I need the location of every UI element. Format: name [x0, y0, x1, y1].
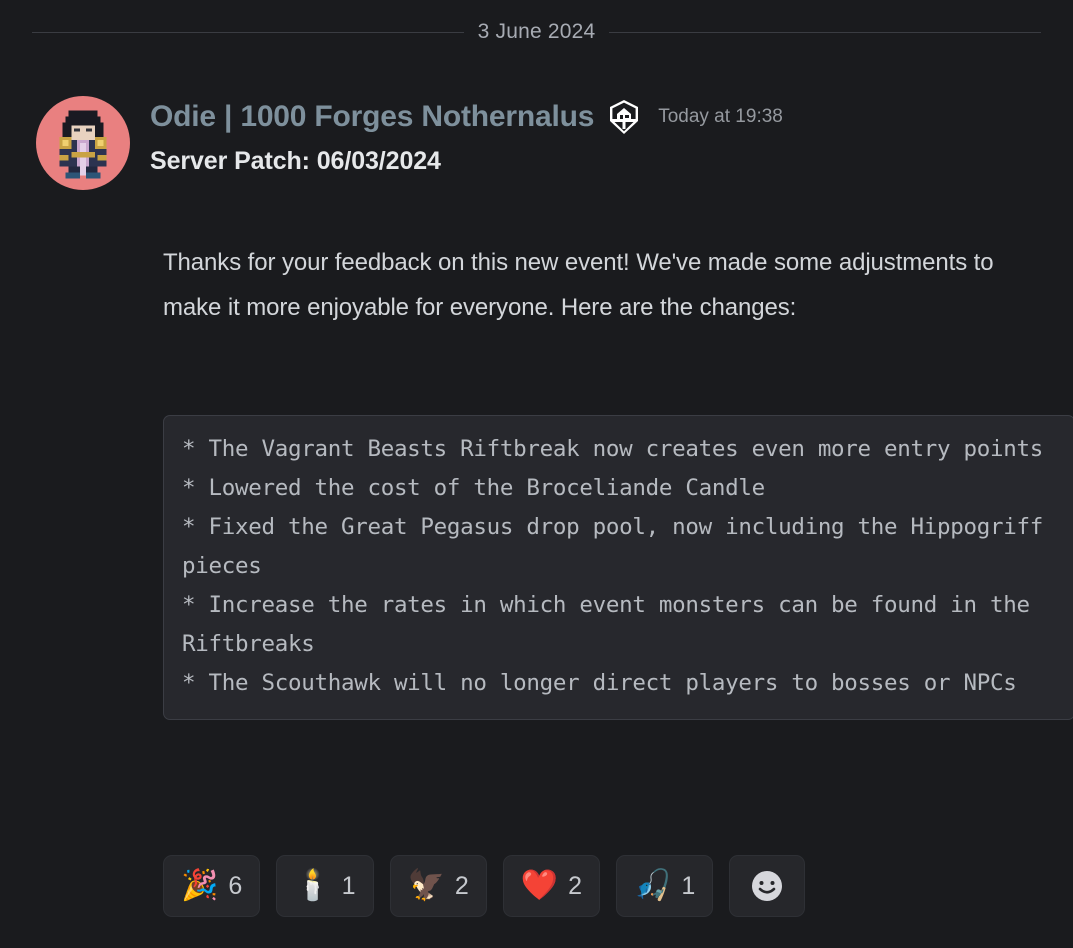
avatar-pixel-art	[59, 110, 107, 179]
avatar[interactable]	[36, 96, 130, 190]
reaction-red-heart[interactable]: ❤️ 2	[502, 855, 601, 917]
reaction-fishing-pole[interactable]: 🎣 1	[616, 855, 714, 917]
reaction-count: 1	[341, 871, 356, 900]
fishing-pole-emoji: 🎣	[634, 869, 672, 902]
message-timestamp: Today at 19:38	[658, 105, 783, 127]
message-row: Odie | 1000 Forges Nothernalus Today at …	[36, 96, 1055, 190]
add-reaction-smiley-icon	[752, 871, 783, 901]
patch-notes-codeblock: * The Vagrant Beasts Riftbreak now creat…	[163, 415, 1073, 720]
eagle-emoji: 🦅	[407, 869, 445, 902]
forge-shield-badge-icon[interactable]	[606, 98, 642, 136]
divider-rule-right	[609, 31, 1041, 33]
reaction-eagle[interactable]: 🦅 2	[389, 855, 487, 917]
reaction-count: 2	[568, 871, 583, 900]
party-popper-emoji: 🎉	[181, 869, 219, 902]
reaction-count: 1	[681, 871, 696, 900]
add-reaction-button[interactable]	[729, 855, 806, 917]
message-paragraph: Thanks for your feedback on this new eve…	[163, 249, 994, 321]
username[interactable]: Odie | 1000 Forges Nothernalus	[150, 102, 594, 132]
message-body: Odie | 1000 Forges Nothernalus Today at …	[150, 96, 1055, 176]
reaction-bar: 🎉 6 🕯️ 1 🦅 2 ❤️ 2 🎣 1	[163, 855, 806, 917]
reaction-candle[interactable]: 🕯️ 1	[276, 855, 374, 917]
message-header: Odie | 1000 Forges Nothernalus Today at …	[150, 98, 1055, 136]
date-divider-label: 3 June 2024	[477, 20, 596, 43]
message-subject: Server Patch: 06/03/2024	[150, 147, 441, 175]
date-divider: 3 June 2024	[32, 20, 1041, 44]
message: Odie | 1000 Forges Nothernalus Today at …	[0, 96, 1073, 190]
divider-rule-left	[32, 31, 464, 33]
reaction-count: 6	[228, 871, 243, 900]
patch-notes-text: * The Vagrant Beasts Riftbreak now creat…	[182, 436, 1044, 696]
red-heart-emoji: ❤️	[520, 869, 559, 902]
discord-message-view: 3 June 2024 Odie | 1000 Forges Nothernal…	[0, 0, 1073, 948]
forge-shield-badge-svg	[610, 100, 639, 134]
reaction-party-popper[interactable]: 🎉 6	[163, 855, 261, 917]
reaction-count: 2	[454, 871, 469, 900]
candle-emoji: 🕯️	[294, 869, 332, 902]
